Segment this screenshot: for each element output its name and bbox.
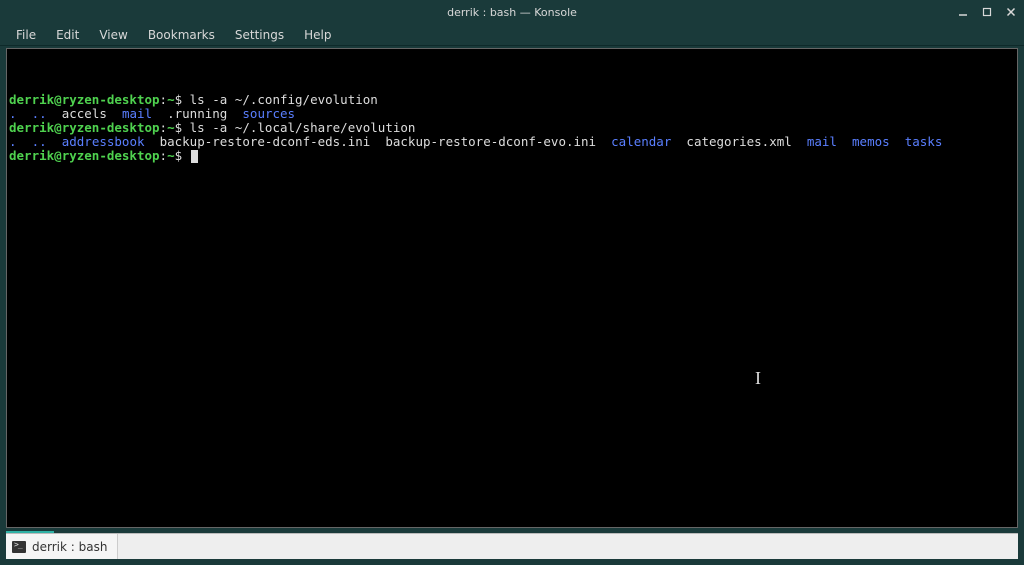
tab-label: derrik : bash: [32, 540, 107, 554]
listing-entry: .running: [167, 106, 227, 121]
minimize-icon: [958, 7, 968, 17]
terminal-command-line: derrik@ryzen-desktop:~$ ls -a ~/.local/s…: [9, 121, 1015, 135]
terminal-icon: [12, 541, 26, 553]
window-title: derrik : bash — Konsole: [447, 6, 577, 19]
minimize-button[interactable]: [956, 5, 970, 19]
terminal[interactable]: I derrik@ryzen-desktop:~$ ls -a ~/.confi…: [7, 49, 1017, 527]
menu-edit[interactable]: Edit: [48, 26, 87, 44]
terminal-cursor: [191, 150, 198, 163]
menu-view[interactable]: View: [91, 26, 135, 44]
maximize-icon: [982, 7, 992, 17]
menu-settings[interactable]: Settings: [227, 26, 292, 44]
terminal-command-line: derrik@ryzen-desktop:~$ ls -a ~/.config/…: [9, 93, 1015, 107]
listing-entry: memos: [852, 134, 890, 149]
tab-terminal[interactable]: derrik : bash: [6, 534, 118, 559]
menubar: File Edit View Bookmarks Settings Help: [0, 24, 1024, 46]
window-controls: [956, 0, 1018, 24]
listing-entry: mail: [122, 106, 152, 121]
listing-entry: .: [9, 134, 17, 149]
terminal-command-line: derrik@ryzen-desktop:~$: [9, 149, 1015, 163]
listing-entry: tasks: [905, 134, 943, 149]
terminal-output-line: . .. addressbook backup-restore-dconf-ed…: [9, 135, 1015, 149]
listing-entry: calendar: [611, 134, 671, 149]
text-cursor-ibeam: I: [755, 371, 761, 385]
listing-entry: addressbook: [62, 134, 145, 149]
listing-entry: .: [9, 106, 17, 121]
listing-entry: mail: [807, 134, 837, 149]
menu-file[interactable]: File: [8, 26, 44, 44]
listing-entry: backup-restore-dconf-evo.ini: [385, 134, 596, 149]
listing-entry: ..: [32, 134, 47, 149]
listing-entry: categories.xml: [686, 134, 791, 149]
close-button[interactable]: [1004, 5, 1018, 19]
listing-entry: ..: [32, 106, 47, 121]
menu-help[interactable]: Help: [296, 26, 339, 44]
maximize-button[interactable]: [980, 5, 994, 19]
titlebar: derrik : bash — Konsole: [0, 0, 1024, 24]
listing-entry: sources: [242, 106, 295, 121]
tabbar: derrik : bash: [6, 533, 1018, 559]
terminal-output-line: . .. accels mail .running sources: [9, 107, 1015, 121]
terminal-viewport: I derrik@ryzen-desktop:~$ ls -a ~/.confi…: [6, 48, 1018, 528]
listing-entry: backup-restore-dconf-eds.ini: [160, 134, 371, 149]
menu-bookmarks[interactable]: Bookmarks: [140, 26, 223, 44]
close-icon: [1006, 7, 1016, 17]
listing-entry: accels: [62, 106, 107, 121]
